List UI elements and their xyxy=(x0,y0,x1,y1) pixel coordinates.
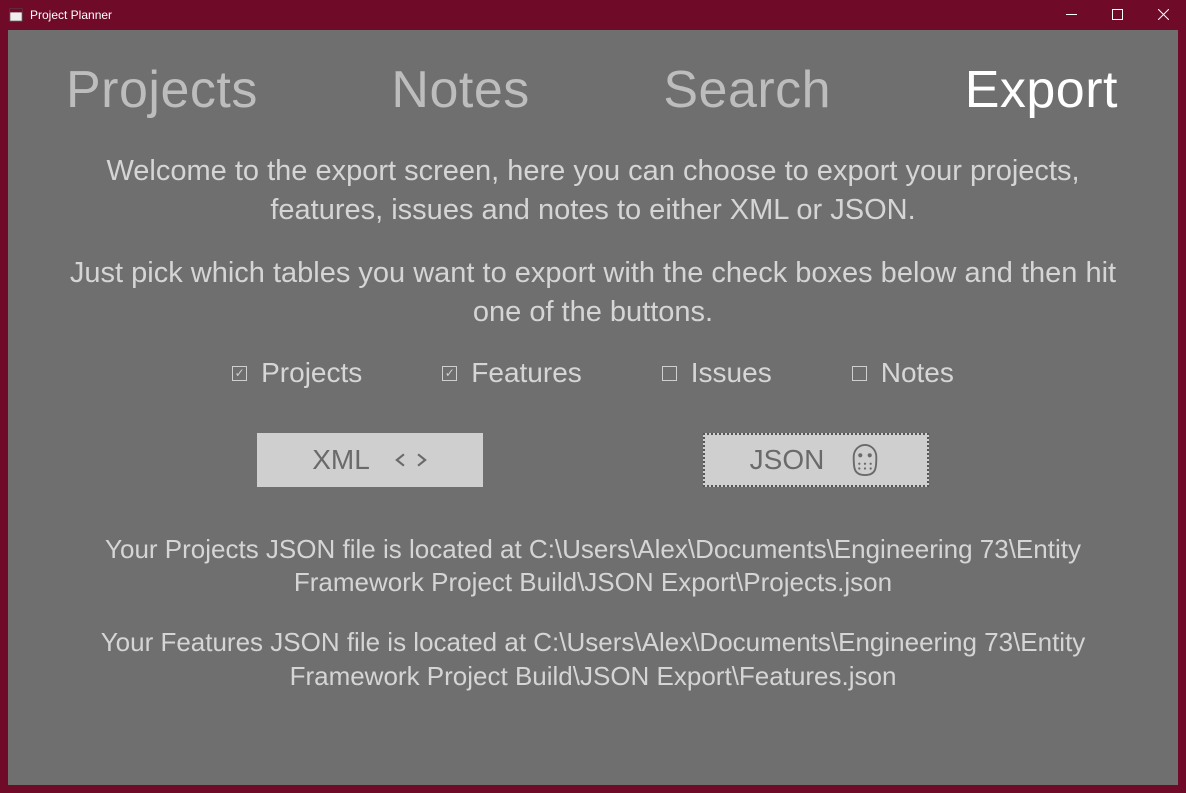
checkbox-row: Projects Features Issues Notes xyxy=(8,357,1178,389)
intro-line-1: Welcome to the export screen, here you c… xyxy=(48,152,1138,230)
checkbox-notes-box[interactable] xyxy=(852,366,867,381)
tab-search[interactable]: Search xyxy=(663,64,831,116)
client-area: Projects Notes Search Export Welcome to … xyxy=(8,30,1178,785)
intro-line-2: Just pick which tables you want to expor… xyxy=(48,254,1138,332)
export-xml-button[interactable]: XML xyxy=(257,433,483,487)
window-title: Project Planner xyxy=(30,8,112,22)
checkbox-notes[interactable]: Notes xyxy=(852,357,954,389)
intro-text: Welcome to the export screen, here you c… xyxy=(8,152,1178,333)
titlebar: Project Planner xyxy=(0,0,1186,30)
close-button[interactable] xyxy=(1140,0,1186,28)
checkbox-issues-box[interactable] xyxy=(662,366,677,381)
checkbox-features-label: Features xyxy=(471,357,582,389)
checkbox-features[interactable]: Features xyxy=(442,357,582,389)
export-xml-label: XML xyxy=(312,444,370,476)
tab-projects[interactable]: Projects xyxy=(66,64,258,116)
checkbox-projects[interactable]: Projects xyxy=(232,357,362,389)
tab-notes[interactable]: Notes xyxy=(391,64,529,116)
export-message-projects: Your Projects JSON file is located at C:… xyxy=(68,533,1118,601)
checkbox-features-box[interactable] xyxy=(442,366,457,381)
checkbox-notes-label: Notes xyxy=(881,357,954,389)
tabs: Projects Notes Search Export xyxy=(8,30,1178,116)
checkbox-projects-label: Projects xyxy=(261,357,362,389)
maximize-button[interactable] xyxy=(1094,0,1140,28)
window-controls xyxy=(1048,0,1186,30)
checkbox-issues-label: Issues xyxy=(691,357,772,389)
export-json-label: JSON xyxy=(750,444,825,476)
app-icon xyxy=(8,7,24,23)
checkbox-issues[interactable]: Issues xyxy=(662,357,772,389)
xml-icon xyxy=(394,443,428,477)
checkbox-projects-box[interactable] xyxy=(232,366,247,381)
tab-export[interactable]: Export xyxy=(965,64,1118,116)
button-row: XML JSON xyxy=(8,433,1178,487)
minimize-button[interactable] xyxy=(1048,0,1094,28)
export-messages: Your Projects JSON file is located at C:… xyxy=(8,533,1178,694)
export-message-features: Your Features JSON file is located at C:… xyxy=(68,626,1118,694)
json-icon xyxy=(848,443,882,477)
export-json-button[interactable]: JSON xyxy=(703,433,929,487)
